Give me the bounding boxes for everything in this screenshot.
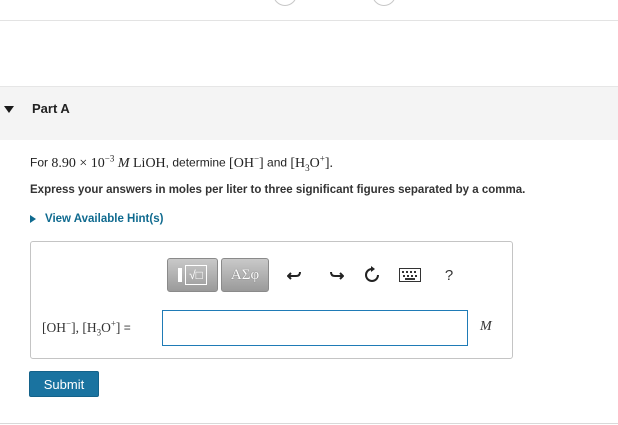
part-title: Part A	[32, 101, 70, 116]
undo-icon[interactable]	[285, 265, 305, 285]
bottom-divider	[0, 423, 618, 424]
templates-button[interactable]: √□	[167, 258, 218, 292]
keyboard-icon[interactable]	[398, 265, 422, 285]
collapse-triangle-icon[interactable]	[4, 106, 14, 113]
nav-circle-left[interactable]	[273, 0, 297, 6]
redo-icon[interactable]	[326, 265, 346, 285]
answer-input[interactable]	[162, 310, 468, 346]
sqrt-icon: √□	[185, 265, 207, 285]
part-header[interactable]	[0, 86, 618, 140]
hint-label[interactable]: View Available Hint(s)	[45, 213, 163, 225]
math-toolbar: √□ ΑΣφ	[167, 258, 272, 292]
submit-button[interactable]: Submit	[29, 371, 99, 397]
answer-unit: M	[480, 319, 492, 334]
cursor-icon	[178, 268, 182, 282]
question-text: For 8.90 × 10−3 M LiOH, determine [OH−] …	[30, 153, 334, 173]
symbols-button[interactable]: ΑΣφ	[221, 258, 269, 292]
expand-triangle-icon[interactable]	[30, 215, 36, 223]
view-hints-link[interactable]: View Available Hint(s)	[30, 213, 163, 225]
nav-circle-right[interactable]	[372, 0, 396, 6]
reset-icon[interactable]	[362, 265, 382, 285]
instruction-text: Express your answers in moles per liter …	[30, 184, 526, 196]
top-divider	[0, 20, 618, 21]
answer-label: [OH−], [H3O+] =	[42, 318, 131, 338]
help-icon[interactable]: ?	[439, 265, 459, 285]
